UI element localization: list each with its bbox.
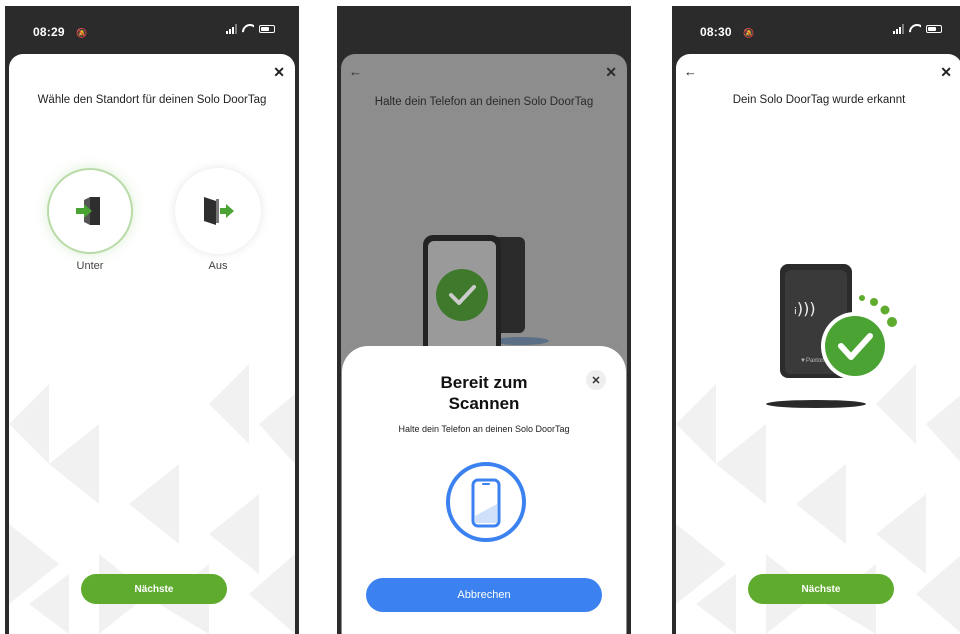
scan-title-line1: Bereit zum [440, 373, 528, 392]
door-enter-icon [76, 197, 100, 225]
status-time: 08:30 [700, 25, 732, 39]
option-aus[interactable]: Aus [175, 168, 261, 272]
detected-sheet: ← ✕ Dein Solo DoorTag wurde erkannt ᵢ)))… [676, 54, 960, 634]
phone-screen-detected: 08:30 🔕 ← ✕ Dein Solo DoorTag wurde erkan… [672, 6, 960, 634]
svg-text:▼Paxton: ▼Paxton [800, 358, 825, 364]
battery-icon [259, 25, 275, 33]
bell-muted-icon: 🔕 [743, 28, 755, 38]
location-sheet: ✕ Wähle den Standort für deinen Solo Doo… [9, 54, 295, 634]
page-title: Dein Solo DoorTag wurde erkannt [732, 94, 906, 106]
status-time: 08:29 [33, 25, 65, 39]
doortag-device-illustration: ᵢ))) ▼Paxton [766, 264, 897, 408]
option-label: Unter [76, 260, 104, 272]
phone-screen-location: 08:29 🔕 ✕ Wähle den Standort für deinen S… [5, 6, 299, 634]
close-icon[interactable]: ✕ [273, 64, 285, 81]
status-bar: 08:29 🔕 [5, 6, 299, 52]
phone-screen-scan: ← ✕ Halte dein Telefon an deinen Solo Do… [337, 6, 631, 634]
signal-icon [226, 24, 237, 34]
door-exit-icon [204, 197, 234, 225]
phone-icon [446, 462, 526, 542]
page-title: Halte dein Telefon an deinen Solo DoorTa… [374, 96, 594, 108]
scan-subtitle: Halte dein Telefon an deinen Solo DoorTa… [398, 424, 570, 434]
back-arrow-icon[interactable]: ← [684, 64, 697, 79]
bell-muted-icon: 🔕 [76, 28, 88, 38]
status-icons [226, 24, 275, 34]
status-bar: 08:30 🔕 [672, 6, 960, 52]
nfc-icon: ᵢ))) [794, 299, 816, 318]
scan-title: Bereit zum Scannen [342, 372, 626, 414]
cancel-button[interactable]: Abbrechen [366, 578, 602, 612]
page-title: Wähle den Standort für deinen Solo DoorT… [37, 94, 267, 106]
scan-modal: ✕ Bereit zum Scannen Halte dein Telefon … [342, 346, 626, 634]
scan-title-line2: Scannen [448, 394, 520, 413]
status-icons [893, 24, 942, 34]
option-circle [175, 168, 261, 254]
battery-icon [926, 25, 942, 33]
close-icon[interactable]: ✕ [605, 64, 617, 81]
option-unter[interactable]: Unter [47, 168, 133, 272]
back-arrow-icon[interactable]: ← [349, 64, 362, 79]
signal-icon [893, 24, 904, 34]
wifi-icon [242, 24, 254, 34]
option-circle [47, 168, 133, 254]
next-button[interactable]: Nächste [748, 574, 894, 604]
wifi-icon [909, 24, 921, 34]
next-button[interactable]: Nächste [81, 574, 227, 604]
phone-tag-illustration [423, 235, 549, 359]
close-icon[interactable]: ✕ [940, 64, 952, 81]
option-label: Aus [208, 260, 228, 272]
